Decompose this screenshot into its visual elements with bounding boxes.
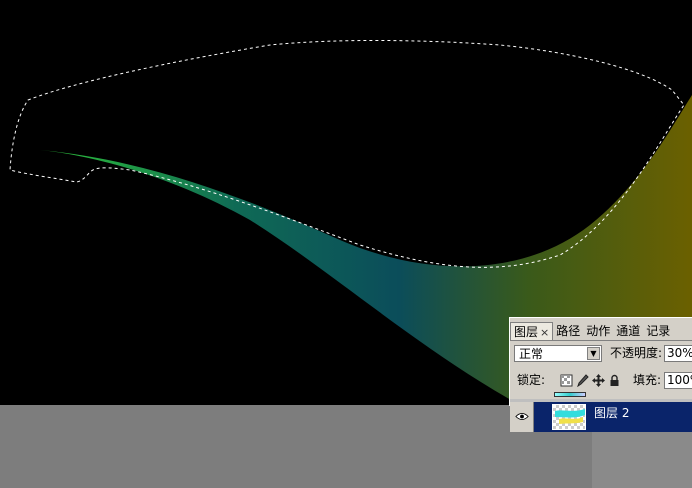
tab-history[interactable]: 记录 [643, 322, 673, 340]
lock-transparent-icon[interactable] [560, 374, 573, 387]
tab-layers-label: 图层 [514, 325, 539, 339]
layer-thumbnail-selected[interactable] [552, 404, 586, 430]
tab-history-label: 记录 [646, 324, 671, 338]
blend-mode-select[interactable]: 正常 ▼ [514, 345, 602, 362]
tabs-divider [510, 340, 692, 341]
blend-mode-value: 正常 [519, 347, 544, 361]
opacity-label: 不透明度: [610, 346, 663, 360]
layer-name: 图层 2 [594, 406, 630, 420]
lock-fill-row: 锁定: 填充: 100% [514, 372, 692, 390]
eye-icon[interactable] [515, 412, 529, 421]
tab-close-icon[interactable]: × [540, 326, 549, 339]
lock-move-icon[interactable] [592, 374, 605, 387]
tab-actions-label: 动作 [586, 324, 611, 338]
tab-channels-label: 通道 [616, 324, 641, 338]
layer-visibility-toggle[interactable] [510, 402, 534, 432]
lock-all-icon[interactable] [608, 374, 621, 387]
tab-layers[interactable]: 图层 × [510, 322, 554, 341]
blend-opacity-row: 正常 ▼ 不透明度: 30% [514, 345, 692, 365]
lock-paint-icon[interactable] [576, 374, 589, 387]
panel-tabs: 图层 × 路径 动作 通道 记录 [510, 322, 673, 341]
fill-label: 填充: [633, 373, 662, 387]
tab-paths[interactable]: 路径 [553, 322, 583, 340]
layer-thumbnail-previous[interactable] [554, 392, 586, 397]
tab-paths-label: 路径 [556, 324, 581, 338]
opacity-field[interactable]: 30% [664, 345, 692, 362]
tab-channels[interactable]: 通道 [613, 322, 643, 340]
lock-label: 锁定: [517, 373, 546, 387]
layers-panel: 图层 × 路径 动作 通道 记录 正常 ▼ 不透明度: 30% 锁定: 填充: … [509, 317, 692, 432]
thumbnail-preview [555, 409, 585, 424]
fill-field[interactable]: 100% [664, 372, 692, 389]
dropdown-arrow-icon[interactable]: ▼ [587, 347, 600, 360]
tab-actions[interactable]: 动作 [583, 322, 613, 340]
